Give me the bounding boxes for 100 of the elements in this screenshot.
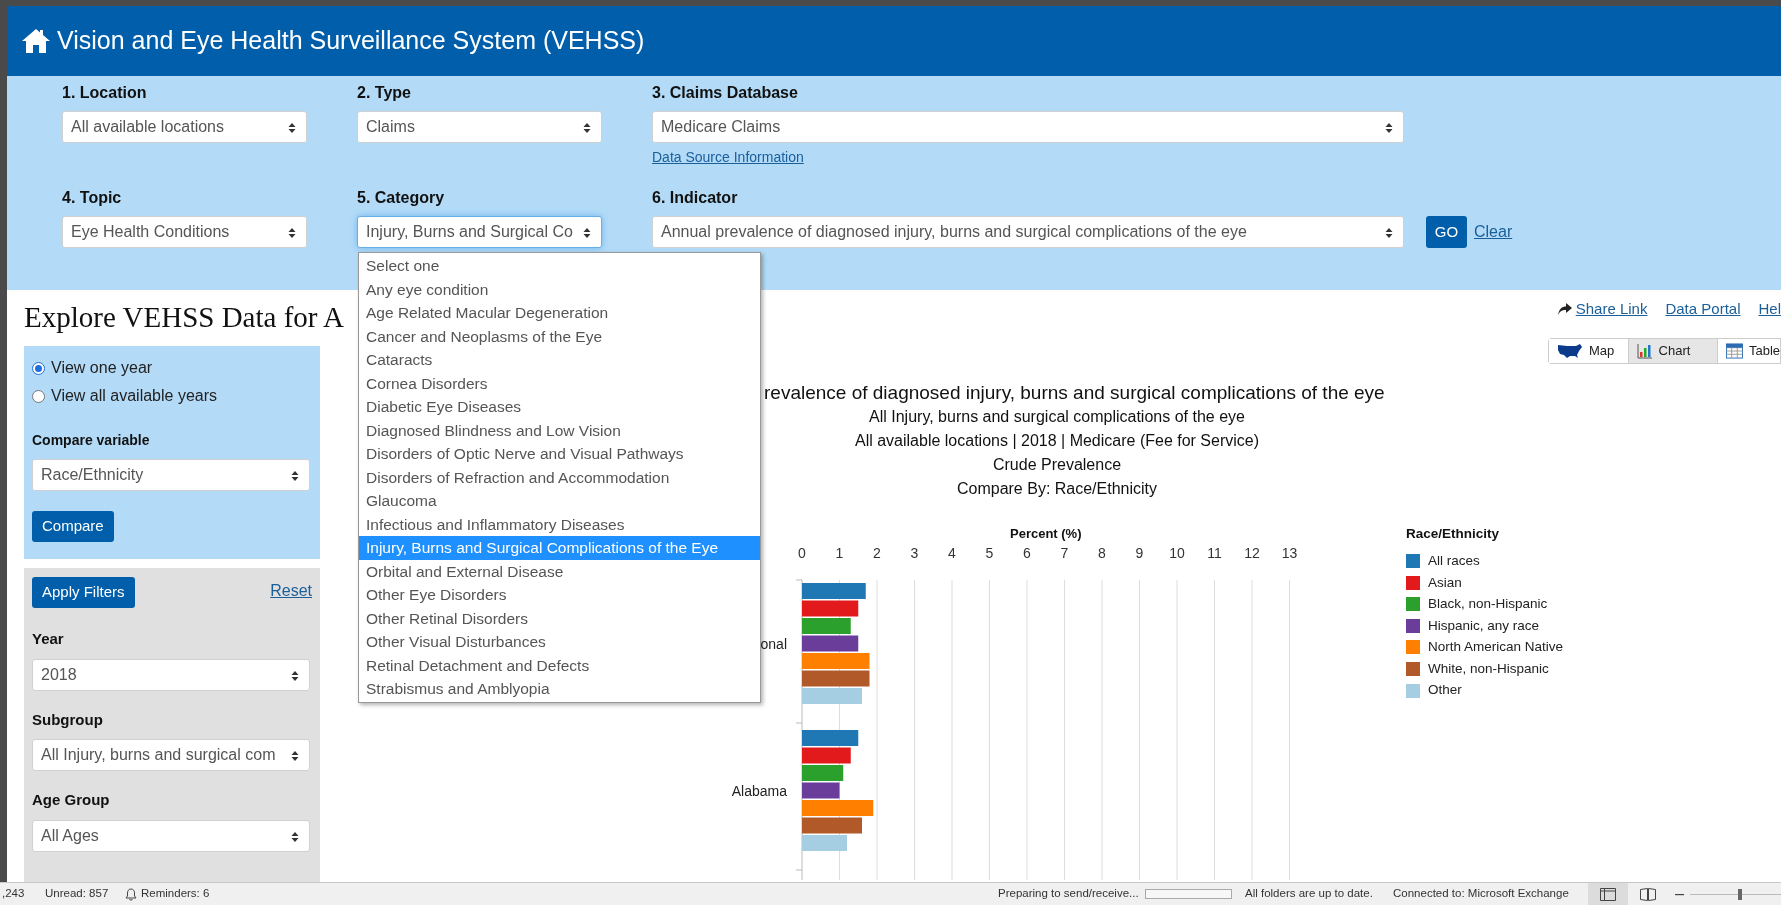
dropdown-option[interactable]: Retinal Detachment and Defects — [359, 653, 760, 677]
us-map-icon — [1557, 343, 1583, 359]
tick-label: 8 — [1098, 545, 1106, 561]
bar — [802, 765, 844, 781]
category-label: Alabama — [731, 783, 787, 799]
table-icon — [1726, 343, 1743, 359]
field-label: 4. Topic — [62, 188, 123, 208]
dropdown-option[interactable]: Select one — [359, 254, 760, 278]
select-field[interactable]: Claims — [357, 111, 602, 143]
zoom-slider[interactable] — [1690, 888, 1781, 900]
updown-arrow-icon — [288, 122, 296, 134]
updown-arrow-icon — [1385, 227, 1393, 239]
apply-filters-button[interactable]: Apply Filters — [32, 577, 135, 608]
reading-view-icon[interactable] — [1640, 887, 1656, 901]
dropdown-option[interactable]: Cancer and Neoplasms of the Eye — [359, 324, 760, 348]
field-label: 6. Indicator — [652, 188, 739, 208]
bar — [802, 583, 866, 599]
updown-arrow-icon — [291, 750, 299, 762]
axis-title: Percent (%) — [1010, 526, 1082, 541]
select-field[interactable]: 2018 — [32, 658, 310, 691]
tick-label: 3 — [910, 545, 919, 561]
dropdown-option[interactable]: Other Eye Disorders — [359, 583, 760, 607]
go-button[interactable]: GO — [1426, 216, 1467, 248]
legend-label: All races — [1428, 551, 1480, 570]
dropdown-option[interactable]: Other Visual Disturbances — [359, 630, 760, 654]
tick-label: 5 — [985, 545, 994, 561]
field-label: 3. Claims Database — [652, 83, 799, 103]
dropdown-option[interactable]: Other Retinal Disorders — [359, 606, 760, 630]
bar — [802, 635, 859, 652]
tick-label: 7 — [1060, 545, 1069, 561]
share-link[interactable]: Share Link — [1557, 299, 1648, 319]
dropdown-option[interactable]: Strabismus and Amblyopia — [359, 677, 760, 701]
normal-view-icon[interactable] — [1600, 887, 1616, 901]
compare-button[interactable]: Compare — [32, 511, 114, 542]
select-field[interactable]: Eye Health Conditions — [62, 216, 307, 248]
dropdown-option[interactable]: Diabetic Eye Diseases — [359, 395, 760, 419]
updown-arrow-icon — [291, 470, 299, 482]
chart-title: revalence of diagnosed injury, burns and surgical complications of the eye — [764, 381, 1386, 405]
view-tab[interactable]: Chart — [1628, 339, 1718, 363]
view-tab[interactable]: Map — [1549, 339, 1629, 363]
select-field[interactable]: Race/Ethnicity — [32, 459, 310, 491]
send-status: Preparing to send/receive... — [998, 886, 1139, 902]
bar — [802, 730, 859, 746]
dropdown-option[interactable]: Diagnosed Blindness and Low Vision — [359, 418, 760, 442]
updown-arrow-icon — [583, 227, 591, 239]
chart-subtitle: Compare By: Race/Ethnicity — [956, 479, 1158, 499]
updown-arrow-icon — [583, 122, 591, 134]
select-field[interactable]: All Injury, burns and surgical com — [32, 739, 310, 771]
clear-link[interactable]: Clear — [1474, 220, 1513, 244]
legend-label: White, non-Hispanic — [1428, 659, 1549, 678]
radio-label: View one year — [51, 358, 153, 378]
sync-status: All folders are up to date. — [1245, 886, 1373, 902]
field-label: 2. Type — [357, 83, 412, 103]
legend-label: North American Native — [1428, 638, 1564, 657]
dropdown-option[interactable]: Disorders of Optic Nerve and Visual Pathways — [359, 442, 760, 466]
bell-icon — [125, 887, 137, 901]
tick-label: 4 — [948, 545, 956, 561]
select-field[interactable]: Injury, Burns and Surgical Co — [357, 216, 602, 248]
reminders-count: Reminders: 6 — [141, 886, 210, 902]
data-source-link[interactable]: Data Source Information — [652, 147, 804, 168]
dropdown-option[interactable]: Any eye condition — [359, 277, 760, 301]
tick-label: 1 — [835, 545, 844, 561]
field-label: Subgroup — [32, 709, 104, 730]
dropdown-option[interactable]: Orbital and External Disease — [359, 559, 760, 583]
legend-title: Race/Ethnicity — [1406, 525, 1501, 543]
bar — [802, 688, 862, 704]
select-field[interactable]: Medicare Claims — [652, 111, 1404, 143]
zoom-out-icon[interactable] — [1674, 892, 1684, 896]
legend-label: Asian — [1428, 573, 1462, 592]
bar — [802, 653, 870, 669]
select-field[interactable]: All Ages — [32, 819, 310, 852]
radio-button[interactable] — [32, 389, 45, 403]
chart-subtitle: All Injury, burns and surgical complications of the eye — [869, 407, 1245, 427]
dropdown-option[interactable]: Disorders of Refraction and Accommodation — [359, 465, 760, 489]
tick-label: 11 — [1207, 545, 1222, 561]
dropdown-option[interactable]: Cataracts — [359, 348, 760, 372]
radio-button[interactable] — [32, 361, 45, 375]
dropdown-option[interactable]: Glaucoma — [359, 489, 760, 513]
home-icon[interactable] — [21, 28, 51, 54]
dropdown-option[interactable]: Cornea Disorders — [359, 371, 760, 395]
tick-label: 6 — [1023, 545, 1031, 561]
select-field[interactable]: All available locations — [62, 111, 307, 143]
legend-label: Hispanic, any race — [1428, 616, 1540, 635]
bar — [802, 600, 859, 617]
select-field[interactable]: Annual prevalence of diagnosed injury, burns and surgical complications of the eye — [652, 216, 1404, 248]
unread-count: Unread: 857 — [45, 886, 109, 902]
legend-label: Black, non-Hispanic — [1428, 595, 1548, 614]
reset-link[interactable]: Reset — [270, 579, 312, 603]
top-link[interactable]: Data Portal — [1665, 299, 1741, 319]
dropdown-option[interactable]: Infectious and Inflammatory Diseases — [359, 512, 760, 536]
updown-arrow-icon — [291, 830, 299, 843]
dropdown-option[interactable]: Age Related Macular Degeneration — [359, 301, 760, 325]
radio-label: View all available years — [51, 386, 217, 406]
page-title: Explore VEHSS Data for A — [24, 300, 345, 336]
field-label: 1. Location — [62, 83, 148, 103]
site-title: Vision and Eye Health Surveillance System (VEHSS) — [57, 25, 645, 57]
field-label: Compare variable — [32, 431, 151, 450]
top-link[interactable]: Hel — [1758, 299, 1781, 319]
updown-arrow-icon — [291, 669, 299, 682]
chart-subtitle: All available locations | 2018 | Medicare (Fee for Service) — [854, 431, 1260, 451]
